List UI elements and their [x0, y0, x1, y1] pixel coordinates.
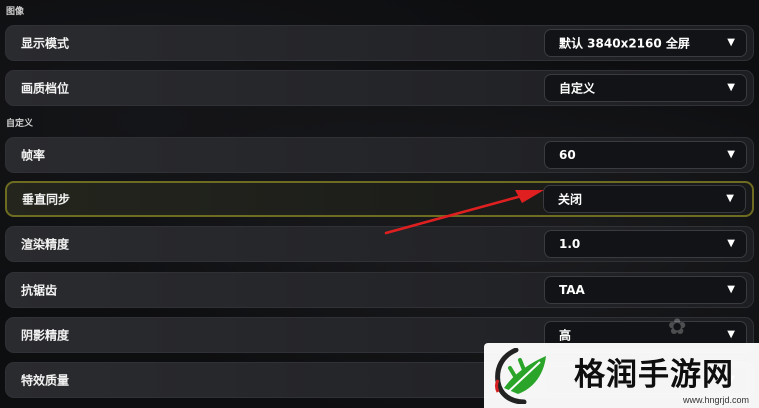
- dropdown-value: 关闭: [558, 192, 583, 207]
- chevron-down-icon: ▼: [727, 238, 735, 249]
- chevron-down-icon: ▼: [727, 329, 735, 340]
- dropdown-value: 默认 3840x2160 全屏: [559, 36, 690, 51]
- chevron-down-icon: ▼: [727, 149, 735, 160]
- setting-row-vsync[interactable]: 垂直同步 关闭 ▼: [5, 181, 754, 217]
- quality-preset-dropdown[interactable]: 自定义 ▼: [544, 74, 747, 102]
- anti-aliasing-dropdown[interactable]: TAA ▼: [544, 276, 747, 304]
- display-mode-dropdown[interactable]: 默认 3840x2160 全屏 ▼: [544, 29, 747, 57]
- chevron-down-icon: ▼: [726, 193, 734, 204]
- setting-row-render-scale[interactable]: 渲染精度 1.0 ▼: [5, 226, 754, 262]
- leaf-logo-icon: [495, 348, 546, 404]
- setting-label: 画质档位: [21, 81, 70, 96]
- dropdown-value: 高: [559, 328, 572, 343]
- setting-row-quality-preset[interactable]: 画质档位 自定义 ▼: [5, 70, 754, 106]
- setting-label: 特效质量: [21, 373, 70, 388]
- setting-label: 渲染精度: [21, 237, 70, 252]
- chevron-down-icon: ▼: [727, 284, 735, 295]
- section-label-custom: 自定义: [6, 119, 34, 129]
- setting-label: 阴影精度: [21, 328, 70, 343]
- frame-rate-dropdown[interactable]: 60 ▼: [544, 141, 747, 169]
- watermark-url: www.hngrjd.com: [682, 395, 749, 405]
- render-scale-dropdown[interactable]: 1.0 ▼: [544, 230, 747, 258]
- watermark-title: 格润手游网: [574, 357, 734, 393]
- setting-row-frame-rate[interactable]: 帧率 60 ▼: [5, 137, 754, 173]
- setting-label: 帧率: [21, 148, 46, 163]
- vsync-dropdown[interactable]: 关闭 ▼: [543, 185, 746, 213]
- setting-row-anti-aliasing[interactable]: 抗锯齿 TAA ▼: [5, 272, 754, 308]
- chevron-down-icon: ▼: [727, 82, 735, 93]
- dropdown-value: 60: [559, 148, 576, 162]
- setting-row-display-mode[interactable]: 显示模式 默认 3840x2160 全屏 ▼: [5, 25, 754, 61]
- section-label-graphics: 图像: [6, 7, 25, 17]
- chevron-down-icon: ▼: [727, 37, 735, 48]
- dropdown-value: 自定义: [559, 81, 596, 96]
- dropdown-value: TAA: [559, 283, 585, 297]
- setting-label: 显示模式: [21, 36, 70, 51]
- setting-label: 垂直同步: [22, 192, 71, 207]
- setting-label: 抗锯齿: [21, 283, 58, 298]
- watermark-banner: 格润手游网 www.hngrjd.com: [484, 343, 759, 408]
- dropdown-value: 1.0: [559, 237, 581, 251]
- leaf-decoration-icon: ✿: [668, 315, 687, 340]
